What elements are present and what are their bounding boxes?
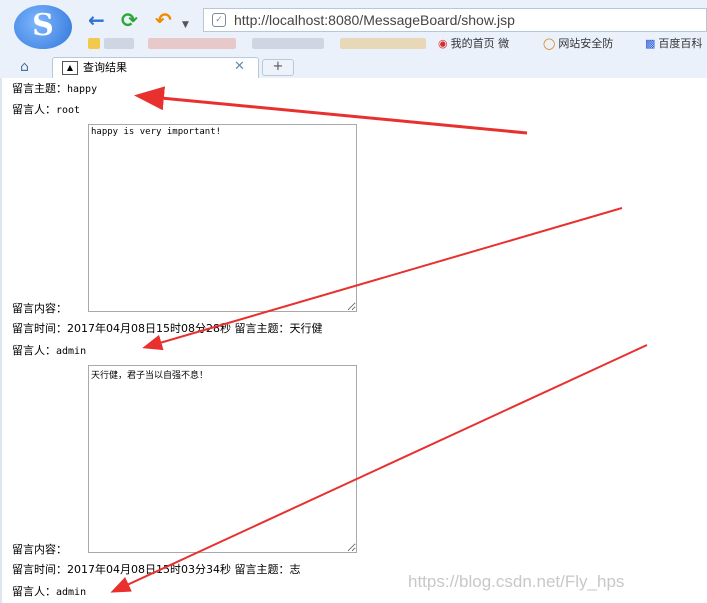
watermark: https://blog.csdn.net/Fly_hps bbox=[408, 572, 625, 591]
annotation-arrows bbox=[110, 86, 648, 593]
annotation-arrow bbox=[142, 207, 623, 351]
annotation-arrow bbox=[134, 86, 528, 135]
annotation-arrow bbox=[110, 344, 648, 593]
